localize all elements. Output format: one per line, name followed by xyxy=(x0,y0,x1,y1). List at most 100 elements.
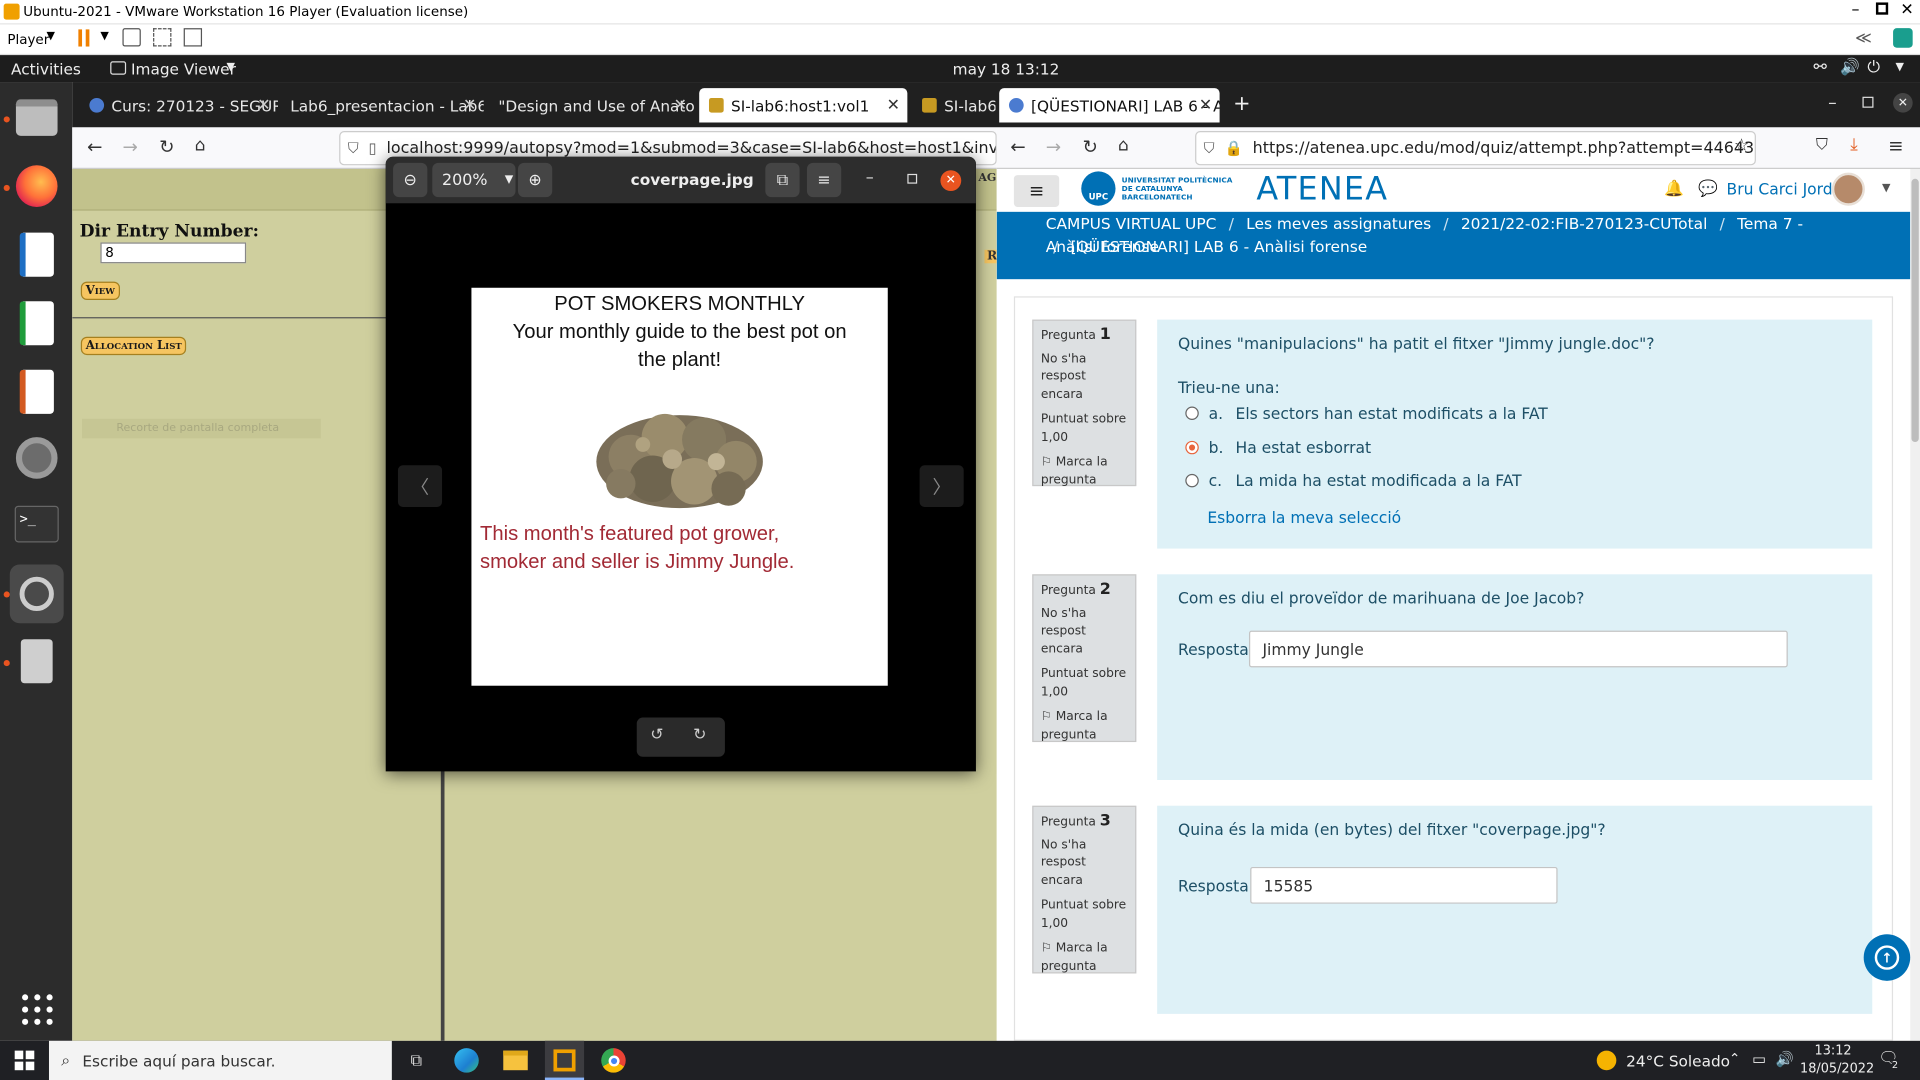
chevron-down-icon[interactable]: ▼ xyxy=(1896,61,1904,73)
maximize-icon[interactable] xyxy=(907,173,918,184)
option-c[interactable]: c. La mida ha estat modificada a la FAT xyxy=(1185,471,1522,490)
firefox-icon[interactable] xyxy=(11,160,62,211)
close-tab-icon[interactable]: ✕ xyxy=(674,96,687,114)
answer-input[interactable]: 15585 xyxy=(1250,866,1558,904)
volume-icon[interactable]: 🔊 xyxy=(1776,1051,1794,1068)
home-icon[interactable]: ⌂ xyxy=(195,136,206,156)
close-tab-icon[interactable]: ✕ xyxy=(257,96,270,114)
tab-autopsy-h[interactable]: SI-lab6:h xyxy=(912,88,996,122)
reload-icon[interactable]: ↻ xyxy=(159,136,174,158)
breadcrumb-quiz[interactable]: [QÜESTIONARI] LAB 6 - Anàlisi forense xyxy=(1071,238,1368,256)
rotate-left-icon[interactable]: ↺ xyxy=(650,726,663,744)
radio-a[interactable] xyxy=(1185,406,1199,421)
bell-icon[interactable]: 🔔 xyxy=(1664,180,1684,198)
back-icon[interactable]: ← xyxy=(87,136,102,158)
activities-button[interactable]: Activities xyxy=(11,60,81,78)
breadcrumb-course[interactable]: 2021/22-02:FIB-270123-CUTotal xyxy=(1461,214,1708,232)
settings-icon[interactable] xyxy=(11,432,62,483)
back-icon[interactable]: ← xyxy=(1010,136,1025,158)
maximize-icon[interactable] xyxy=(1862,96,1874,108)
radio-c[interactable] xyxy=(1185,473,1199,488)
tab-curs[interactable]: Curs: 270123 - SEGURE ✕ xyxy=(80,88,278,122)
scrollbar[interactable] xyxy=(1910,168,1920,1041)
close-tab-icon[interactable]: ✕ xyxy=(463,96,476,114)
answer-input[interactable]: Jimmy Jungle xyxy=(1248,630,1788,668)
task-view-icon[interactable]: ⧉ xyxy=(397,1046,436,1075)
minimize-icon[interactable]: – xyxy=(1828,93,1837,113)
chrome-icon[interactable] xyxy=(594,1046,633,1075)
gallery-icon[interactable]: ⧉ xyxy=(765,162,800,198)
maximize-icon[interactable] xyxy=(1875,2,1889,15)
chat-icon[interactable]: 💬 xyxy=(1698,180,1718,198)
tab-autopsy-vol1[interactable]: SI-lab6:host1:vol1 ✕ xyxy=(699,88,908,123)
edge-icon[interactable] xyxy=(447,1046,486,1075)
chevron-down-icon[interactable]: ▼ xyxy=(47,31,55,43)
send-keys-icon[interactable] xyxy=(122,28,141,47)
vmware-taskbar-icon[interactable] xyxy=(544,1040,585,1080)
taskbar-time[interactable]: 13:12 xyxy=(1805,1043,1861,1058)
clear-selection-link[interactable]: Esborra la meva selecció xyxy=(1207,508,1401,526)
menu-icon[interactable]: ≡ xyxy=(806,162,842,198)
app-menu[interactable]: Image Viewer xyxy=(131,60,236,78)
pocket-icon[interactable]: ⛉ xyxy=(1816,136,1828,154)
taskbar-search[interactable]: ⌕ Escribe aquí para buscar. xyxy=(48,1040,392,1080)
weather-text[interactable]: 24°C Soleado xyxy=(1626,1052,1730,1070)
collapse-icon[interactable]: ≪ xyxy=(1855,29,1872,47)
close-icon[interactable]: ✕ xyxy=(940,170,962,192)
close-tab-icon[interactable]: ✕ xyxy=(1199,96,1212,114)
upc-logo-icon[interactable]: UPC xyxy=(1081,171,1116,206)
close-icon[interactable]: ✕ xyxy=(1893,93,1913,113)
file-explorer-icon[interactable] xyxy=(496,1046,535,1075)
hamburger-menu-icon[interactable]: ≡ xyxy=(1013,175,1060,207)
forward-icon[interactable]: → xyxy=(1046,136,1061,158)
show-apps-icon[interactable] xyxy=(11,983,62,1034)
menu-icon[interactable]: ≡ xyxy=(1888,135,1903,157)
windows-start-icon[interactable] xyxy=(5,1046,44,1075)
breadcrumb-campus[interactable]: CAMPUS VIRTUAL UPC xyxy=(1046,214,1217,232)
fullscreen-icon[interactable] xyxy=(153,28,172,47)
allocation-list-button[interactable]: Allocation List xyxy=(80,336,187,356)
image-viewer-dock-icon[interactable] xyxy=(9,564,64,624)
forward-icon[interactable]: → xyxy=(122,136,137,158)
zoom-in-icon[interactable]: ⊕ xyxy=(517,162,553,198)
pause-icon[interactable] xyxy=(78,29,83,47)
user-name[interactable]: Bru Carci Jordi xyxy=(1727,180,1837,198)
zoom-out-icon[interactable]: ⊖ xyxy=(393,162,428,198)
bookmark-star-icon[interactable]: ☆ xyxy=(1734,136,1749,156)
flag-question[interactable]: ⚐ Marca la pregunta xyxy=(1041,454,1128,490)
minimize-icon[interactable]: – xyxy=(866,169,874,187)
chevron-down-icon[interactable]: ▼ xyxy=(1882,182,1890,194)
chevron-up-icon[interactable]: ⌃ xyxy=(1729,1051,1740,1067)
flag-question[interactable]: ⚐ Marca la pregunta xyxy=(1041,709,1128,745)
accessibility-button[interactable]: ↑ xyxy=(1863,934,1911,981)
atenea-brand[interactable]: ATENEA xyxy=(1256,171,1388,208)
files-icon[interactable] xyxy=(11,92,62,143)
option-b[interactable]: b. Ha estat esborrat xyxy=(1185,438,1371,457)
next-image-icon[interactable]: 〉 xyxy=(919,465,964,507)
download-icon[interactable]: ⤓ xyxy=(1850,135,1858,155)
clock[interactable]: may 18 13:12 xyxy=(953,60,1060,78)
volume-icon[interactable]: 🔊 xyxy=(1840,59,1860,77)
network-icon[interactable]: ▭ xyxy=(1752,1051,1766,1068)
tab-lab6-presentacion[interactable]: Lab6_presentacion - Lab6 ✕ xyxy=(280,88,483,122)
unity-icon[interactable] xyxy=(183,28,203,47)
libreoffice-impress-icon[interactable] xyxy=(11,366,62,417)
option-a[interactable]: a. Els sectors han estat modificats a la… xyxy=(1185,404,1548,422)
new-tab-icon[interactable]: + xyxy=(1233,92,1250,116)
power-icon[interactable]: ⏻ xyxy=(1867,59,1880,77)
libreoffice-writer-icon[interactable] xyxy=(11,229,62,280)
edge-button[interactable]: R xyxy=(984,249,997,264)
tab-design-and-use[interactable]: "Design and Use of Anato ✕ xyxy=(489,88,694,122)
minimize-icon[interactable]: – xyxy=(1851,1,1859,19)
reload-icon[interactable]: ↻ xyxy=(1082,136,1097,158)
network-icon[interactable]: ⚯ xyxy=(1813,59,1826,77)
libreoffice-calc-icon[interactable] xyxy=(11,298,62,349)
taskbar-date[interactable]: 18/05/2022 xyxy=(1800,1062,1874,1077)
terminal-icon[interactable]: >_ xyxy=(11,498,62,549)
breadcrumb-assignatures[interactable]: Les meves assignatures xyxy=(1246,214,1431,232)
player-menu[interactable]: Player xyxy=(7,32,49,48)
home-icon[interactable]: ⌂ xyxy=(1118,136,1129,156)
archive-icon[interactable] xyxy=(11,636,62,687)
avatar[interactable] xyxy=(1831,172,1865,206)
radio-b[interactable] xyxy=(1185,440,1199,455)
